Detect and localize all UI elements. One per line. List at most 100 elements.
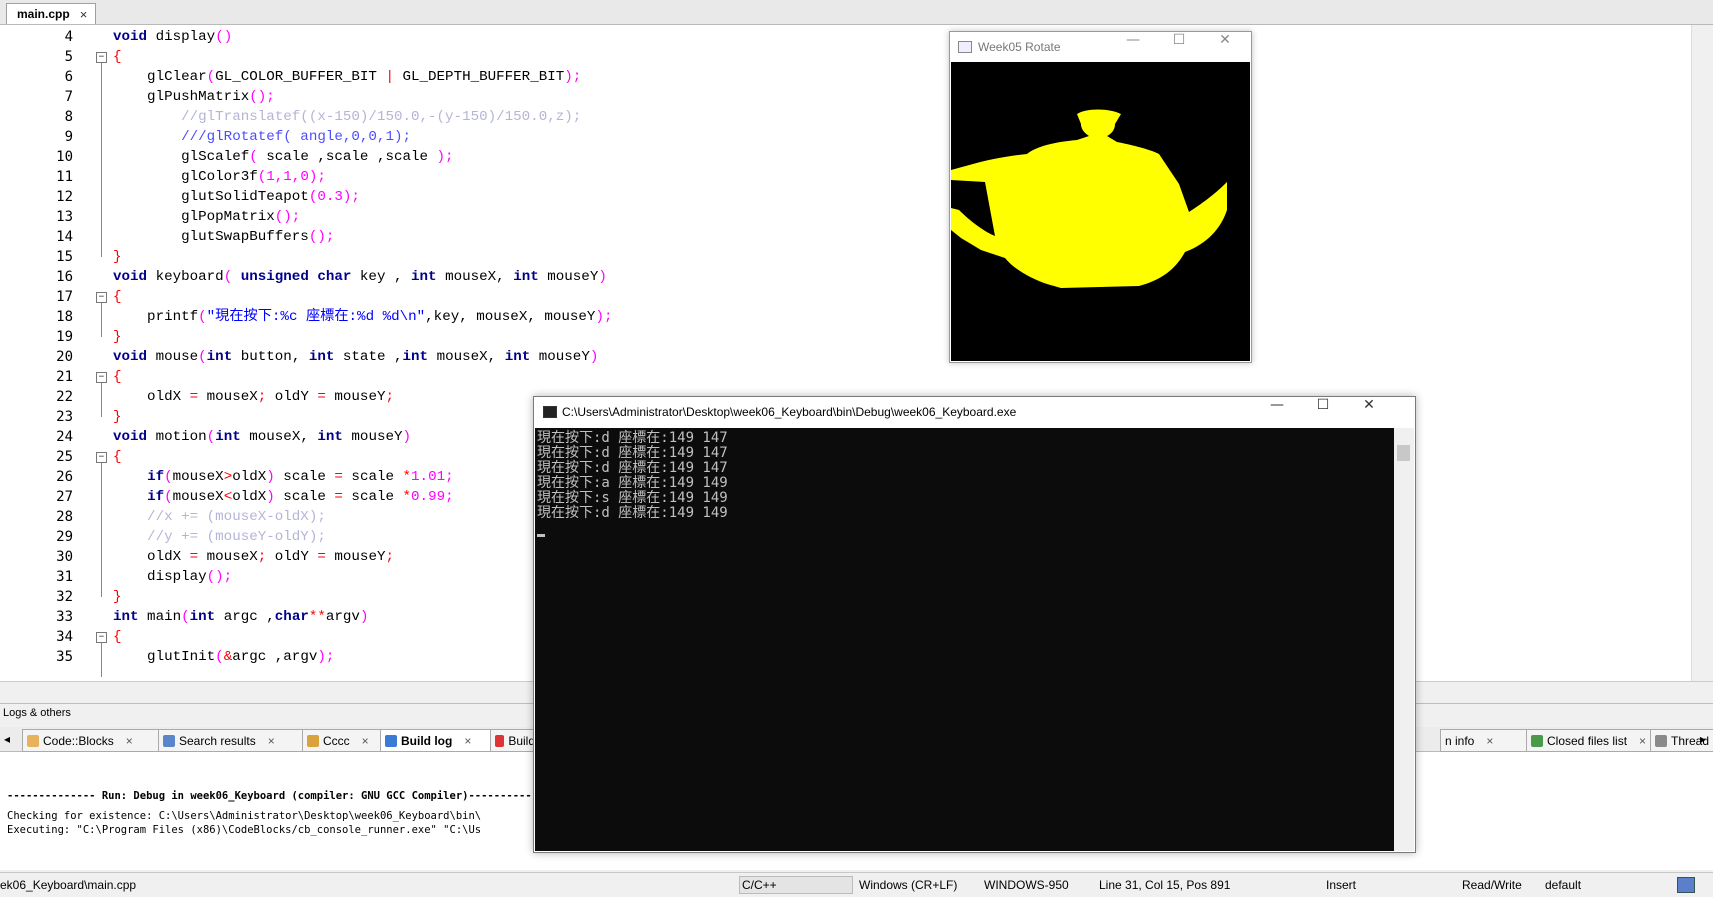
line-number: 9 [64, 129, 73, 145]
log-tab-n-info[interactable]: n info × [1440, 729, 1530, 752]
close-icon[interactable]: × [1639, 731, 1646, 751]
code-line[interactable]: { [113, 287, 122, 307]
close-icon[interactable]: × [464, 731, 471, 751]
minimize-icon[interactable]: — [1254, 397, 1300, 427]
code-line[interactable]: } [113, 247, 122, 267]
log-tab-label: Cccc [323, 733, 350, 748]
code-line[interactable]: { [113, 47, 122, 67]
code-token: = [317, 549, 326, 565]
scroll-right-icon[interactable]: ▸ [1700, 732, 1706, 746]
code-token: mouseX [172, 469, 224, 485]
code-token: scale ,scale ,scale [257, 149, 437, 165]
code-token: 1.01; [411, 469, 454, 485]
fold-toggle-icon[interactable]: − [96, 372, 107, 383]
code-line[interactable]: } [113, 327, 122, 347]
code-line[interactable]: { [113, 627, 122, 647]
status-language[interactable]: C/C++ [739, 876, 853, 894]
code-line[interactable]: } [113, 407, 122, 427]
code-line[interactable]: glutSolidTeapot(0.3); [113, 187, 360, 207]
code-token: int [317, 429, 343, 445]
close-icon[interactable]: × [362, 731, 369, 751]
close-icon[interactable]: ✕ [1346, 397, 1392, 427]
fold-toggle-icon[interactable]: − [96, 632, 107, 643]
close-icon[interactable]: × [1486, 731, 1493, 751]
code-line[interactable]: { [113, 367, 122, 387]
code-line[interactable]: glPopMatrix(); [113, 207, 300, 227]
code-line[interactable]: glScalef( scale ,scale ,scale ); [113, 147, 453, 167]
code-line[interactable]: void keyboard( unsigned char key , int m… [113, 267, 607, 287]
code-line[interactable]: if(mouseX>oldX) scale = scale *1.01; [113, 467, 454, 487]
tab-main-cpp[interactable]: main.cpp × [6, 3, 97, 24]
line-number-gutter: 4 5 6 7 8 9 10 11 12 13 14 15 16 17 18 19 20 21 22 23 24 25 26… [0, 25, 95, 681]
close-icon[interactable]: × [268, 731, 275, 751]
log-tab-label: n info [1445, 733, 1475, 748]
log-tab-search-results[interactable]: Search results × [158, 729, 308, 752]
code-line[interactable]: glutInit(&argc ,argv); [113, 647, 334, 667]
log-tab-build-log[interactable]: Build log × [380, 729, 497, 752]
close-icon[interactable]: × [80, 5, 88, 24]
scrollbar-thumb[interactable] [1397, 445, 1410, 461]
code-line[interactable]: //x += (mouseX-oldX); [113, 507, 326, 527]
code-line[interactable]: ///glRotatef( angle,0,0,1); [113, 127, 411, 147]
code-line[interactable]: oldX = mouseX; oldY = mouseY; [113, 547, 394, 567]
line-number: 13 [56, 209, 73, 225]
code-token: ) [598, 269, 607, 285]
console-scrollbar[interactable] [1394, 428, 1414, 851]
code-line[interactable]: void motion(int mouseX, int mouseY) [113, 427, 411, 447]
code-line[interactable]: glColor3f(1,1,0); [113, 167, 326, 187]
log-tab-cccc[interactable]: Cccc × [302, 729, 387, 752]
code-line[interactable]: printf("現在按下:%c 座標在:%d %d\n",key, mouseX… [113, 307, 612, 327]
code-line[interactable]: //glTranslatef((x-150)/150.0,-(y-150)/15… [113, 107, 581, 127]
code-line[interactable]: display(); [113, 567, 232, 587]
status-file: ek06_Keyboard\main.cpp [0, 878, 137, 892]
code-line[interactable]: oldX = mouseX; oldY = mouseY; [113, 387, 394, 407]
code-token: int [206, 349, 233, 365]
code-token: oldX [113, 549, 190, 565]
code-line[interactable]: glutSwapBuffers(); [113, 227, 334, 247]
code-token: mouseX, [436, 269, 514, 285]
code-token: ) [589, 349, 599, 365]
code-line[interactable]: glClear(GL_COLOR_BUFFER_BIT | GL_DEPTH_B… [113, 67, 581, 87]
code-token: display [147, 29, 216, 45]
maximize-icon[interactable]: ☐ [1300, 397, 1346, 427]
close-icon[interactable]: × [126, 731, 133, 751]
scroll-left-icon[interactable]: ◂ [4, 732, 10, 746]
code-line[interactable]: glPushMatrix(); [113, 87, 275, 107]
console-titlebar[interactable]: C:\Users\Administrator\Desktop\week06_Ke… [534, 397, 1415, 427]
code-line[interactable]: if(mouseX<oldX) scale = scale *0.99; [113, 487, 454, 507]
fold-toggle-icon[interactable]: − [96, 452, 107, 463]
code-line[interactable]: void display() [113, 27, 232, 47]
code-line[interactable]: //y += (mouseY-oldY); [113, 527, 326, 547]
code-line[interactable]: { [113, 447, 122, 467]
code-line[interactable]: int main(int argc ,char**argv) [113, 607, 368, 627]
editor-vertical-scrollbar[interactable] [1691, 25, 1713, 681]
code-token: void [113, 29, 148, 45]
code-token: ( [206, 429, 216, 445]
closed-files-icon [1531, 734, 1543, 747]
teapot-window-titlebar[interactable]: Week05 Rotate — ☐ ✕ [950, 32, 1251, 62]
fold-guide [101, 463, 102, 597]
log-tab-closed-files-list[interactable]: Closed files list × [1526, 729, 1656, 752]
close-icon[interactable]: ✕ [1202, 32, 1248, 62]
log-tab-code-blocks[interactable]: Code::Blocks × [22, 729, 165, 752]
console-window[interactable]: C:\Users\Administrator\Desktop\week06_Ke… [533, 396, 1416, 853]
code-token: mouseY [325, 549, 386, 565]
code-token: int [402, 349, 429, 365]
code-token: > [223, 469, 233, 485]
code-token: int [215, 429, 241, 445]
line-number: 17 [56, 289, 73, 305]
code-token: ( [198, 309, 207, 325]
code-token: { [113, 289, 122, 305]
console-output[interactable]: 現在按下:d 座標在:149 147 現在按下:d 座標在:149 147 現在按下… [535, 428, 1394, 851]
code-token: (); [274, 209, 301, 225]
code-line[interactable]: void mouse(int button, int state ,int mo… [113, 347, 598, 367]
gl-canvas[interactable] [951, 62, 1250, 361]
minimize-icon[interactable]: — [1110, 32, 1156, 62]
maximize-icon[interactable]: ☐ [1156, 32, 1202, 62]
teapot-window[interactable]: Week05 Rotate — ☐ ✕ [949, 31, 1252, 363]
code-token: if [147, 489, 165, 505]
fold-toggle-icon[interactable]: − [96, 52, 107, 63]
code-line[interactable]: } [113, 587, 122, 607]
fold-toggle-icon[interactable]: − [96, 292, 107, 303]
